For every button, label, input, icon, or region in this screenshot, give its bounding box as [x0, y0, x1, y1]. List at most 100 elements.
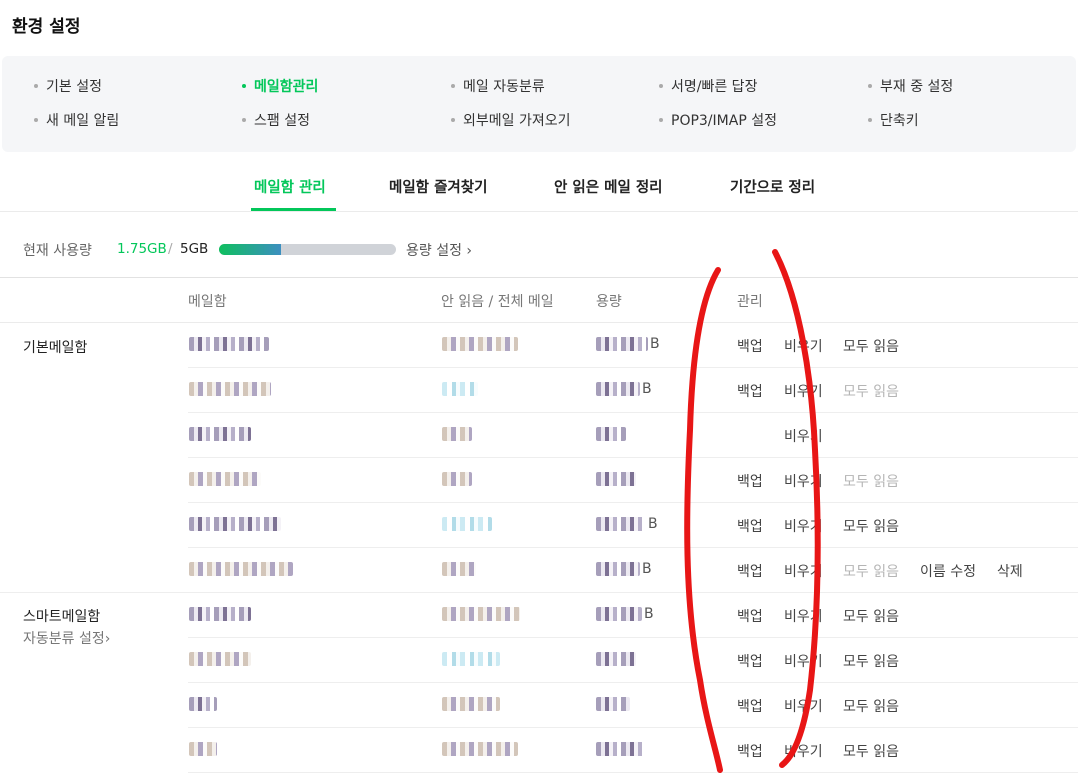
empty-button[interactable]: 비우기	[784, 516, 823, 536]
backup-button[interactable]: 백업	[737, 336, 763, 356]
size-unit: B	[650, 336, 660, 352]
nav-new-mail-alert[interactable]: 새 메일 알림	[34, 110, 119, 130]
read-all-button[interactable]: 모두 읽음	[843, 741, 899, 761]
unread-count-redacted	[442, 472, 472, 486]
usage-used: 1.75GB	[117, 241, 167, 257]
backup-button[interactable]: 백업	[737, 741, 763, 761]
bullet-icon	[34, 118, 38, 122]
empty-button[interactable]: 비우기	[784, 426, 823, 446]
mailbox-name-redacted	[189, 742, 217, 756]
size-unit: B	[648, 516, 658, 532]
empty-button[interactable]: 비우기	[784, 336, 823, 356]
group-default-mailboxes: 기본메일함	[23, 340, 88, 356]
read-all-button[interactable]: 모두 읽음	[843, 516, 899, 536]
nav-signature-quick-reply[interactable]: 서명/빠른 답장	[659, 76, 757, 96]
column-manage: 관리	[737, 294, 763, 310]
mailbox-name-redacted	[189, 517, 281, 531]
empty-button[interactable]: 비우기	[784, 696, 823, 716]
read-all-button[interactable]: 모두 읽음	[843, 696, 899, 716]
empty-button[interactable]: 비우기	[784, 651, 823, 671]
table-top-border	[0, 277, 1078, 278]
row-divider	[188, 502, 1078, 503]
mailbox-name-redacted	[189, 607, 251, 621]
nav-external-mail[interactable]: 외부메일 가져오기	[451, 110, 571, 130]
nav-pop3-imap[interactable]: POP3/IMAP 설정	[659, 110, 777, 130]
bullet-icon	[868, 84, 872, 88]
mailbox-name-redacted	[189, 337, 269, 351]
empty-button[interactable]: 비우기	[784, 561, 823, 581]
usage-label: 현재 사용량	[23, 243, 92, 259]
unread-count-redacted	[442, 337, 518, 351]
read-all-button[interactable]: 모두 읽음	[843, 606, 899, 626]
tab-mailbox-favorites[interactable]: 메일함 즐겨찾기	[389, 176, 487, 197]
bullet-icon	[868, 118, 872, 122]
mailbox-name-redacted	[189, 427, 251, 441]
bullet-icon	[242, 84, 246, 88]
tab-divider	[0, 211, 1078, 212]
usage-total: 5GB	[180, 241, 209, 257]
size-redacted	[596, 427, 626, 441]
size-unit: B	[642, 561, 652, 577]
nav-basic-settings[interactable]: 기본 설정	[34, 76, 102, 96]
unread-count-redacted	[442, 382, 478, 396]
nav-away-settings[interactable]: 부재 중 설정	[868, 76, 953, 96]
read-all-button-disabled: 모두 읽음	[843, 474, 899, 490]
column-size: 용량	[596, 294, 622, 310]
delete-button[interactable]: 삭제	[997, 561, 1023, 581]
nav-auto-classify[interactable]: 메일 자동분류	[451, 76, 545, 96]
usage-progress-bar	[219, 244, 396, 255]
read-all-button-disabled: 모두 읽음	[843, 384, 899, 400]
backup-button[interactable]: 백업	[737, 381, 763, 401]
empty-button[interactable]: 비우기	[784, 606, 823, 626]
row-divider	[188, 412, 1078, 413]
row-divider	[188, 682, 1078, 683]
row-divider	[0, 592, 1078, 593]
unread-count-redacted	[442, 517, 492, 531]
nav-mailbox-management[interactable]: 메일함관리	[242, 76, 318, 96]
unread-count-redacted	[442, 607, 520, 621]
group-smart-mailboxes: 스마트메일함	[23, 609, 101, 625]
row-divider	[188, 367, 1078, 368]
annotation-stroke-right	[772, 249, 821, 768]
bullet-icon	[659, 118, 663, 122]
nav-shortcuts[interactable]: 단축키	[868, 110, 919, 130]
auto-classify-setting-link[interactable]: 자동분류 설정›	[23, 628, 110, 648]
empty-button[interactable]: 비우기	[784, 741, 823, 761]
read-all-button[interactable]: 모두 읽음	[843, 336, 899, 356]
size-redacted	[596, 472, 636, 486]
empty-button[interactable]: 비우기	[784, 381, 823, 401]
header-divider	[0, 322, 1078, 323]
mailbox-name-redacted	[189, 697, 217, 711]
bullet-icon	[451, 118, 455, 122]
size-redacted	[596, 607, 642, 621]
tab-unread-cleanup[interactable]: 안 읽은 메일 정리	[554, 176, 663, 197]
capacity-setting-link[interactable]: 용량 설정 ›	[406, 240, 472, 260]
rename-button[interactable]: 이름 수정	[920, 561, 976, 581]
row-divider	[188, 727, 1078, 728]
unread-count-redacted	[442, 652, 500, 666]
unread-count-redacted	[442, 697, 500, 711]
row-divider	[188, 772, 1078, 773]
backup-button[interactable]: 백업	[737, 696, 763, 716]
bullet-icon	[659, 84, 663, 88]
tab-period-cleanup[interactable]: 기간으로 정리	[730, 176, 815, 197]
mailbox-name-redacted	[189, 562, 293, 576]
backup-button[interactable]: 백업	[737, 516, 763, 536]
tab-mailbox-management[interactable]: 메일함 관리	[254, 176, 326, 197]
backup-button[interactable]: 백업	[737, 651, 763, 671]
backup-button[interactable]: 백업	[737, 561, 763, 581]
unread-count-redacted	[442, 562, 476, 576]
read-all-button[interactable]: 모두 읽음	[843, 651, 899, 671]
nav-spam-settings[interactable]: 스팸 설정	[242, 110, 310, 130]
size-redacted	[596, 337, 648, 351]
page-title: 환경 설정	[12, 17, 81, 37]
bullet-icon	[451, 84, 455, 88]
size-redacted	[596, 382, 640, 396]
row-divider	[188, 637, 1078, 638]
settings-menu	[2, 56, 1076, 152]
backup-button[interactable]: 백업	[737, 471, 763, 491]
empty-button[interactable]: 비우기	[784, 471, 823, 491]
mailbox-name-redacted	[189, 652, 251, 666]
backup-button[interactable]: 백업	[737, 606, 763, 626]
size-redacted	[596, 517, 646, 531]
